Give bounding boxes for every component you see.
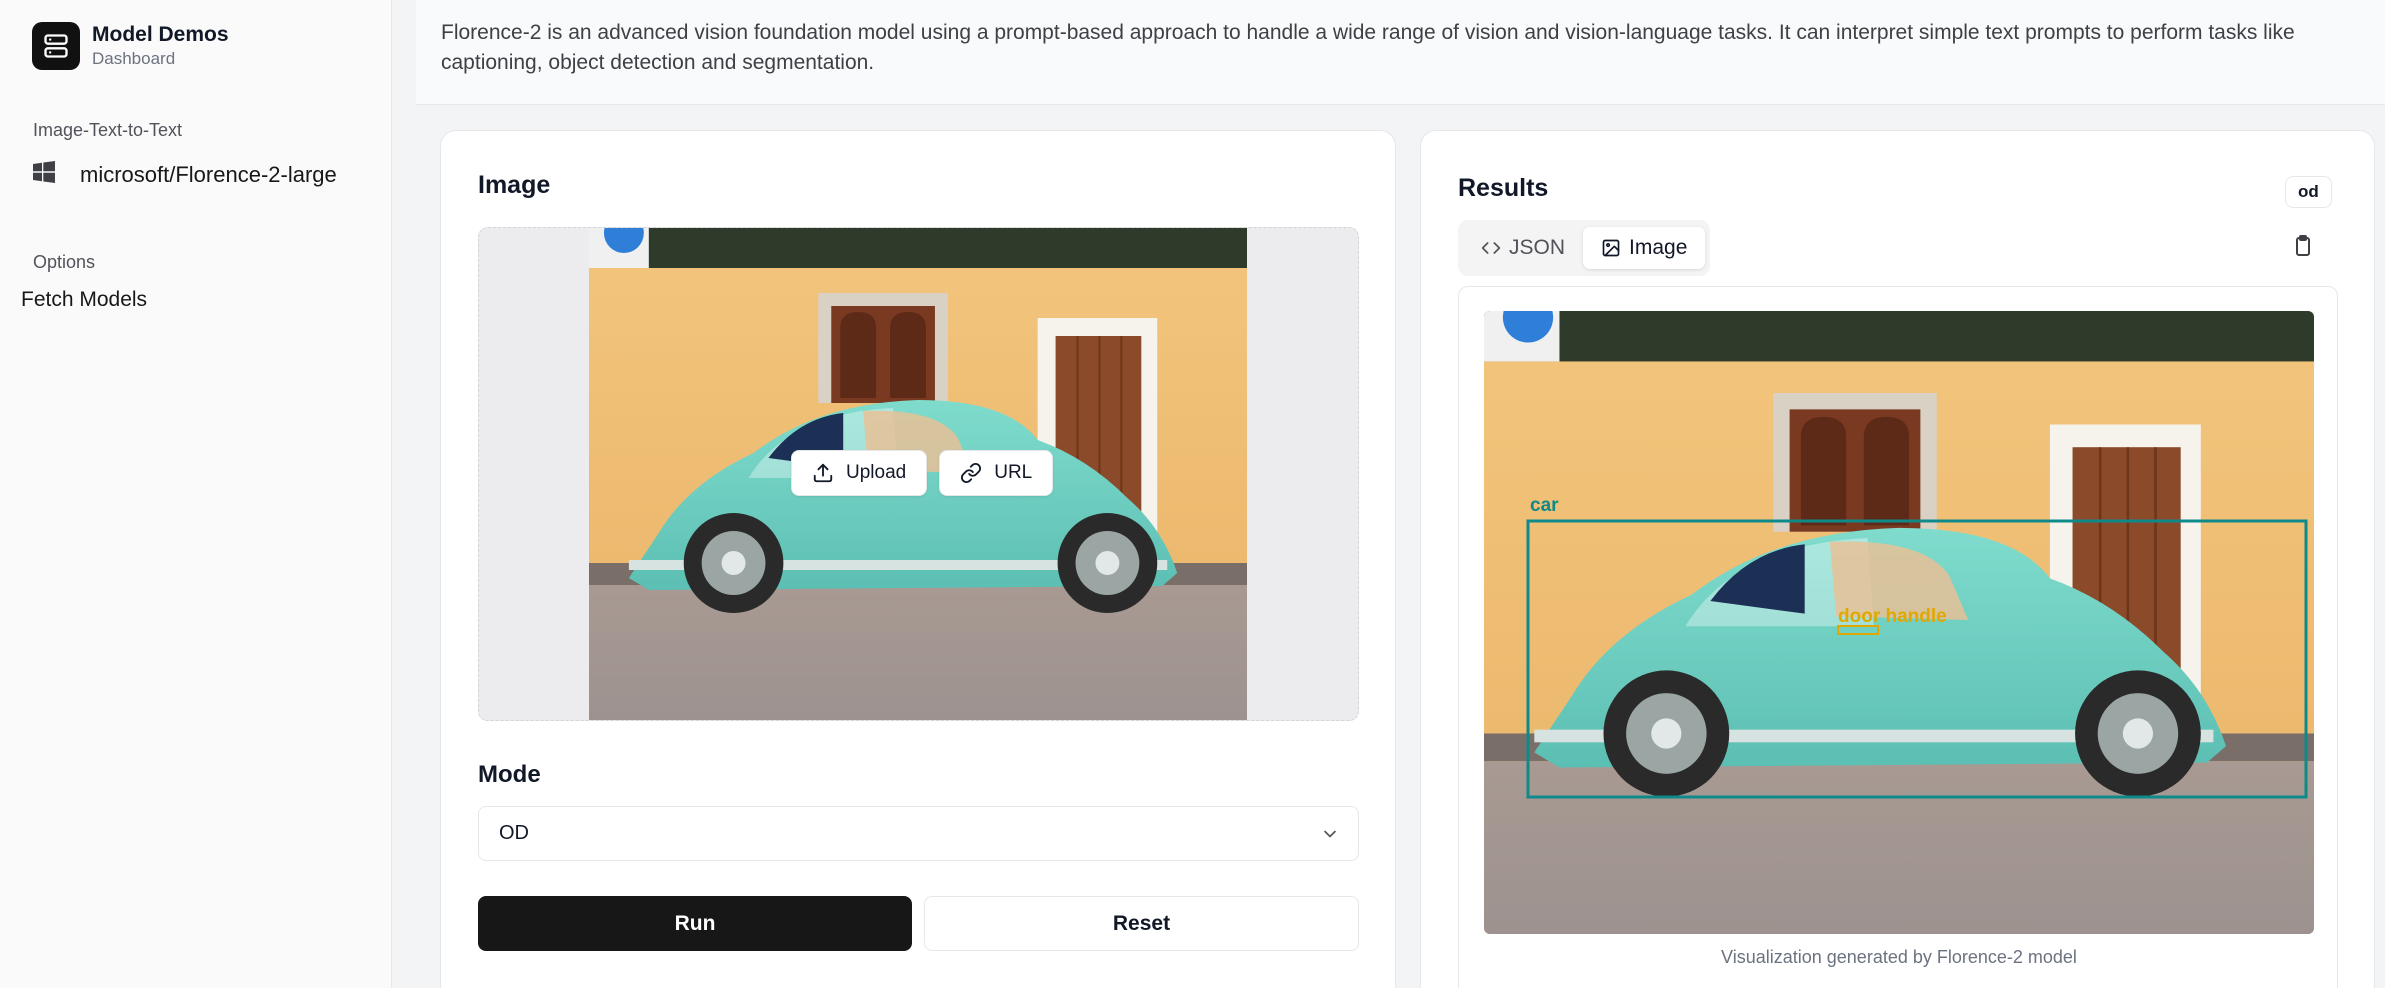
image-card-title: Image bbox=[478, 171, 551, 199]
sidebar-item-florence-2-large[interactable]: microsoft/Florence-2-large bbox=[32, 160, 337, 190]
copy-button[interactable] bbox=[2291, 234, 2315, 263]
section-label-options: Options bbox=[33, 252, 96, 272]
sidebar: Model Demos Dashboard Image-Text-to-Text… bbox=[0, 0, 392, 988]
chevron-down-icon bbox=[1324, 830, 1336, 838]
fetch-models-link[interactable]: Fetch Models bbox=[21, 288, 147, 312]
image-icon bbox=[1602, 239, 1620, 257]
url-label: URL bbox=[994, 462, 1033, 483]
tab-image[interactable]: Image bbox=[1583, 227, 1706, 269]
results-title: Results bbox=[1458, 174, 1549, 202]
results-card: Results od JSON Image car door handle Vi… bbox=[1420, 130, 2375, 988]
results-tabs: JSON Image bbox=[1458, 220, 1711, 276]
image-input-card: Image Upload URL Mode OD Run Reset bbox=[440, 130, 1396, 988]
section-label-task: Image-Text-to-Text bbox=[33, 120, 183, 140]
image-dropzone[interactable]: Upload URL bbox=[478, 227, 1359, 721]
link-icon bbox=[961, 462, 982, 484]
sidebar-item-label: microsoft/Florence-2-large bbox=[80, 162, 337, 187]
url-button[interactable]: URL bbox=[939, 450, 1054, 496]
tab-json-label: JSON bbox=[1509, 236, 1566, 259]
clipboard-icon bbox=[2296, 235, 2310, 256]
code-icon bbox=[1481, 242, 1501, 254]
annotated-image: car door handle bbox=[1484, 311, 2314, 934]
windows-icon bbox=[32, 160, 56, 190]
server-icon bbox=[32, 22, 80, 70]
upload-icon bbox=[813, 463, 833, 483]
results-image-panel: car door handle Visualization generated … bbox=[1458, 286, 2338, 988]
bbox-label-car: car bbox=[1530, 495, 1559, 516]
task-badge: od bbox=[2285, 176, 2332, 208]
mode-select[interactable]: OD bbox=[478, 806, 1359, 861]
tab-json[interactable]: JSON bbox=[1463, 227, 1583, 269]
tab-image-label: Image bbox=[1629, 236, 1688, 259]
upload-button[interactable]: Upload bbox=[791, 450, 928, 496]
mode-label: Mode bbox=[478, 761, 541, 788]
upload-label: Upload bbox=[846, 462, 907, 483]
brand-subtitle: Dashboard bbox=[92, 49, 176, 68]
run-button[interactable]: Run bbox=[478, 896, 912, 951]
bbox-label-door-handle: door handle bbox=[1838, 606, 1947, 627]
brand[interactable]: Model Demos Dashboard bbox=[32, 22, 229, 70]
brand-title: Model Demos bbox=[92, 23, 229, 46]
results-caption: Visualization generated by Florence-2 mo… bbox=[1721, 947, 2077, 967]
reset-button[interactable]: Reset bbox=[924, 896, 1359, 951]
mode-select-value: OD bbox=[499, 822, 529, 844]
model-description: Florence-2 is an advanced vision foundat… bbox=[416, 0, 2385, 105]
